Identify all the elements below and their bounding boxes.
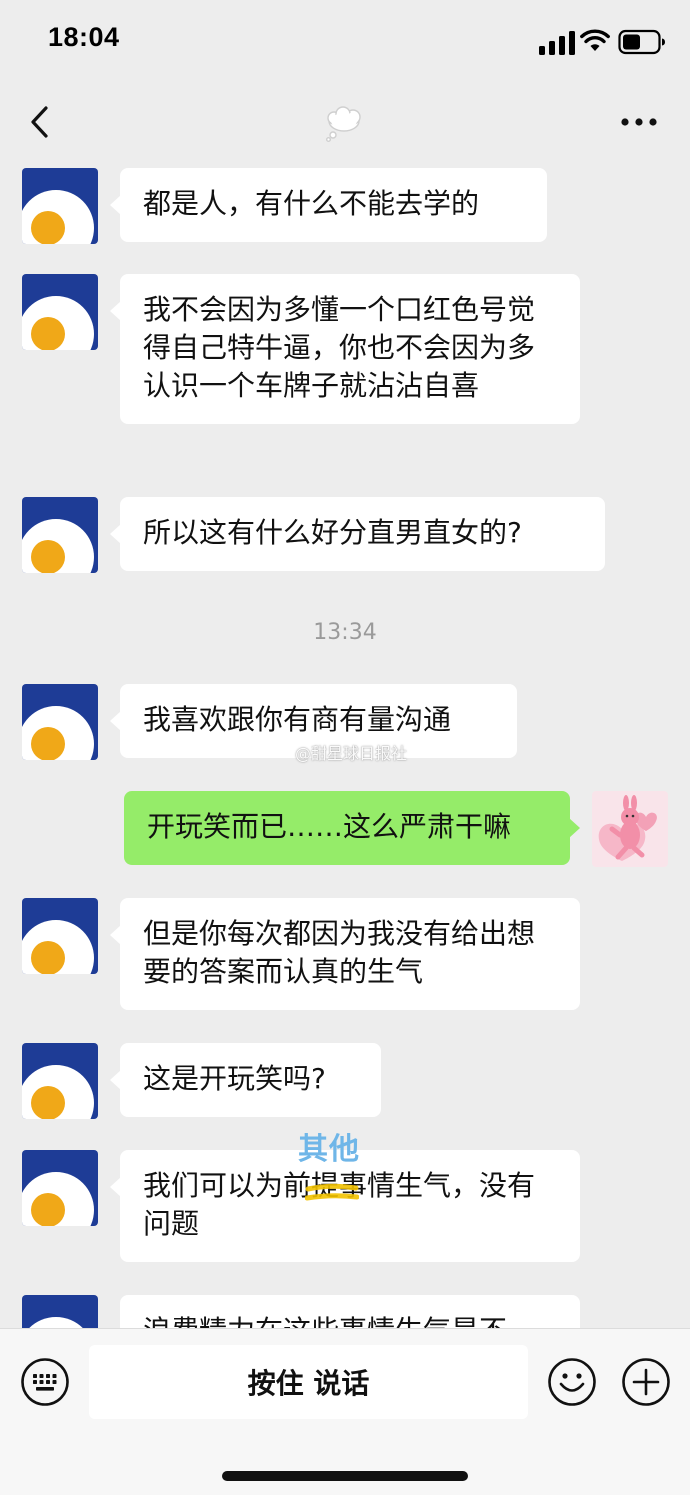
wifi-icon <box>580 29 610 51</box>
contact-avatar[interactable] <box>22 1150 98 1226</box>
contact-avatar[interactable] <box>22 1295 98 1328</box>
cellular-signal-icon <box>539 31 575 55</box>
contact-avatar[interactable] <box>22 898 98 974</box>
battery-icon <box>618 29 665 55</box>
message-bubble[interactable]: 但是你每次都因为我没有给出想要的答案而认真的生气 <box>110 898 580 1010</box>
plus-icon[interactable] <box>621 1357 671 1407</box>
thought-bubble-icon <box>326 106 361 142</box>
self-avatar[interactable] <box>592 791 668 867</box>
message-bubble-self[interactable]: 开玩笑而已……这么严肃干嘛 <box>124 791 580 865</box>
message-timestamp: 13:34 <box>313 620 377 645</box>
emoji-icon[interactable] <box>547 1357 597 1407</box>
keyboard-icon[interactable] <box>20 1357 70 1407</box>
contact-avatar[interactable] <box>22 168 98 244</box>
status-bar: 18:04 <box>0 0 690 86</box>
message-bubble[interactable]: 浪费精力在这些事情生气是不 <box>120 1295 580 1328</box>
message-bubble[interactable]: 所以这有什么好分直男直女的? <box>110 497 605 571</box>
status-time: 18:04 <box>48 22 120 52</box>
message-bubble[interactable]: 我不会因为多懂一个口红色号觉得自己特牛逼，你也不会因为多认识一个车牌子就沾沾自喜 <box>110 274 580 424</box>
message-bubble[interactable]: 这是开玩笑吗? <box>110 1043 381 1117</box>
chat-header <box>0 86 690 162</box>
contact-avatar[interactable] <box>22 274 98 350</box>
contact-avatar[interactable] <box>22 684 98 760</box>
chat-input-bar: 按住 说话 <box>0 1328 690 1495</box>
chat-message-list[interactable]: 都是人，有什么不能去学的 我不会因为多懂一个口红色号觉得自己特牛逼，你也不会因为… <box>0 162 690 1328</box>
message-bubble[interactable]: 我们可以为前提事情生气，没有问题 <box>110 1150 580 1262</box>
contact-avatar[interactable] <box>22 1043 98 1119</box>
hold-to-talk-button[interactable]: 按住 说话 <box>89 1345 528 1419</box>
back-arrow-icon[interactable] <box>26 102 56 142</box>
message-bubble[interactable]: 我喜欢跟你有商有量沟通 <box>110 684 517 758</box>
more-options-icon[interactable] <box>618 112 660 132</box>
message-bubble[interactable]: 都是人，有什么不能去学的 <box>110 168 547 242</box>
home-indicator <box>222 1471 468 1481</box>
contact-avatar[interactable] <box>22 497 98 573</box>
